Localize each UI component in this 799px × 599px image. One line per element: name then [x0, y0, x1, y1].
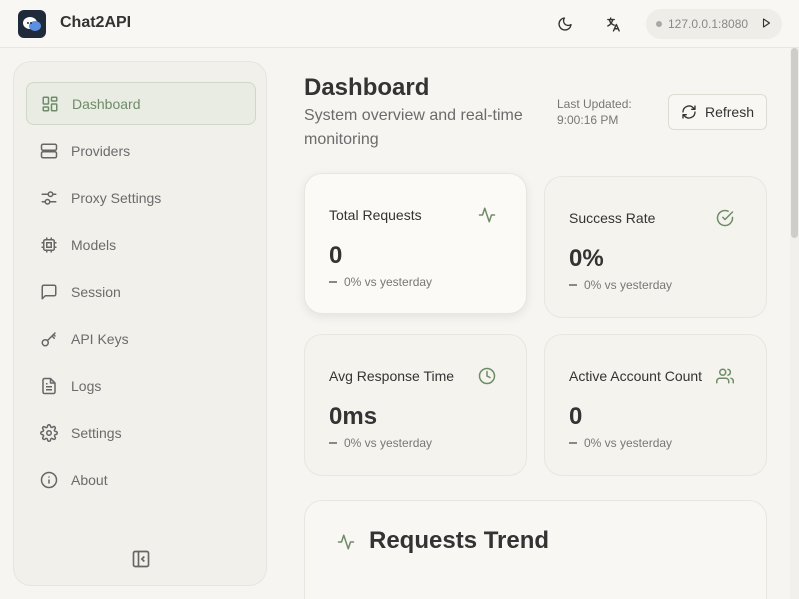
page-subtitle: System overview and real-time monitoring — [304, 107, 523, 148]
stat-trend-text: 0% vs yesterday — [584, 436, 673, 450]
stat-trend: 0% vs yesterday — [569, 436, 672, 450]
play-icon[interactable] — [760, 17, 772, 29]
sidebar-item-label: Dashboard — [72, 95, 141, 112]
chat-icon — [39, 282, 59, 302]
sidebar-item-label: About — [71, 471, 108, 488]
language-button[interactable] — [601, 12, 625, 36]
sidebar-item-label: Session — [71, 283, 121, 300]
sidebar-item-label: Settings — [71, 424, 122, 441]
document-icon — [39, 376, 59, 396]
stat-card-total-requests: Total Requests 0 0% vs yesterday — [304, 173, 527, 314]
check-circle-icon — [716, 209, 734, 227]
key-icon — [39, 329, 59, 349]
stat-card-avg-response-time: Avg Response Time 0ms 0% vs yesterday — [304, 334, 527, 476]
minus-icon — [329, 442, 337, 444]
sidebar-item-api-keys[interactable]: API Keys — [26, 317, 256, 360]
sliders-icon — [39, 188, 59, 208]
panel-collapse-icon — [132, 550, 150, 568]
sidebar: Dashboard Providers Proxy Settings Model… — [13, 61, 267, 586]
sidebar-item-logs[interactable]: Logs — [26, 364, 256, 407]
stat-value: 0 — [329, 242, 343, 269]
last-updated-time: 9:00:16 PM — [557, 113, 619, 127]
sidebar-item-dashboard[interactable]: Dashboard — [26, 82, 256, 125]
refresh-label: Refresh — [704, 104, 755, 120]
last-updated: Last Updated: 9:00:16 PM — [557, 96, 632, 128]
stat-value: 0 — [569, 403, 583, 430]
requests-trend-card: Requests Trend — [304, 500, 767, 599]
stat-trend-text: 0% vs yesterday — [584, 278, 673, 292]
refresh-icon — [682, 105, 696, 119]
minus-icon — [569, 284, 577, 286]
stat-title: Avg Response Time — [329, 368, 455, 384]
refresh-button[interactable]: Refresh — [668, 94, 767, 130]
dashboard-icon — [40, 94, 60, 114]
sidebar-item-label: Logs — [71, 377, 102, 394]
sidebar-item-models[interactable]: Models — [26, 223, 256, 266]
chip-icon — [39, 235, 59, 255]
top-bar: Chat2API 127.0.0.1:8080 — [0, 0, 799, 48]
sidebar-item-proxy-settings[interactable]: Proxy Settings — [26, 176, 256, 219]
stat-trend-text: 0% vs yesterday — [344, 436, 433, 450]
last-updated-label: Last Updated: — [557, 97, 632, 111]
sidebar-item-label: Models — [71, 236, 117, 253]
stat-trend: 0% vs yesterday — [329, 275, 432, 289]
server-icon — [39, 141, 59, 161]
users-icon — [716, 368, 734, 384]
sidebar-item-label: API Keys — [71, 330, 129, 347]
stat-trend: 0% vs yesterday — [329, 436, 432, 450]
page-title: Dashboard — [304, 74, 430, 101]
sidebar-item-about[interactable]: About — [26, 458, 256, 501]
minus-icon — [329, 281, 337, 283]
scrollbar-thumb[interactable] — [791, 48, 798, 238]
clock-icon — [478, 367, 496, 385]
app-logo — [18, 10, 46, 38]
stat-card-active-account-count: Active Account Count 0 0% vs yesterday — [544, 334, 767, 476]
main-scrollbar[interactable] — [790, 48, 799, 599]
requests-trend-title: Requests Trend — [369, 527, 550, 554]
stat-trend: 0% vs yesterday — [569, 278, 672, 292]
stat-title: Active Account Count — [569, 368, 703, 384]
sidebar-item-label: Proxy Settings — [71, 189, 162, 206]
status-dot — [656, 21, 662, 27]
stat-value: 0% — [569, 245, 604, 272]
minus-icon — [569, 442, 577, 444]
translate-icon — [606, 16, 620, 32]
stat-card-success-rate: Success Rate 0% 0% vs yesterday — [544, 176, 767, 318]
server-address: 127.0.0.1:8080 — [668, 17, 749, 31]
moon-icon — [558, 17, 572, 31]
sidebar-item-settings[interactable]: Settings — [26, 411, 256, 454]
stat-title: Total Requests — [329, 207, 422, 223]
app-title: Chat2API — [60, 14, 132, 31]
gear-icon — [39, 423, 59, 443]
activity-icon — [478, 207, 496, 223]
sidebar-item-session[interactable]: Session — [26, 270, 256, 313]
stat-title: Success Rate — [569, 210, 656, 226]
theme-toggle-button[interactable] — [553, 12, 577, 36]
stat-trend-text: 0% vs yesterday — [344, 275, 433, 289]
stat-value: 0ms — [329, 403, 378, 430]
sidebar-item-label: Providers — [71, 142, 131, 159]
sidebar-item-providers[interactable]: Providers — [26, 129, 256, 172]
info-icon — [39, 470, 59, 490]
activity-icon — [337, 534, 355, 550]
server-status-pill[interactable]: 127.0.0.1:8080 — [646, 9, 782, 39]
collapse-sidebar-button[interactable] — [131, 549, 151, 569]
